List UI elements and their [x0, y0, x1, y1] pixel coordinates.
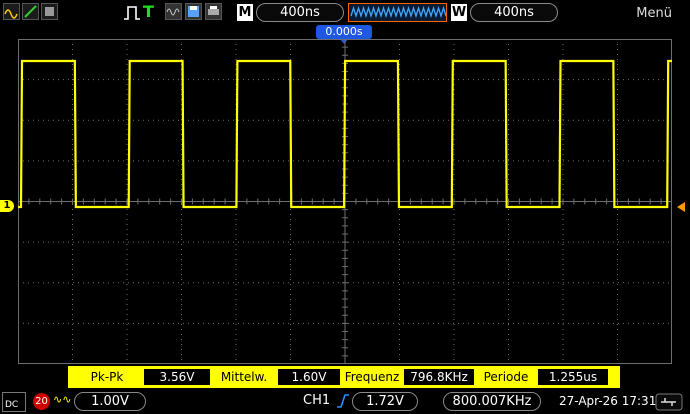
timebase-value[interactable]: 400ns: [256, 3, 344, 22]
frequency-label: Frequenz: [344, 370, 400, 384]
memory-wave-icon: [350, 5, 447, 19]
save-icon[interactable]: [185, 3, 202, 20]
ch1-trace: [18, 59, 672, 209]
autoset-wave-icon[interactable]: [3, 3, 20, 20]
pkpk-label: Pk-Pk: [90, 370, 124, 384]
waveform-menu-icon[interactable]: [165, 3, 182, 20]
frequency-value: 796.8KHz: [404, 369, 474, 385]
window-letter: W: [451, 4, 467, 21]
menu-button[interactable]: Menü: [636, 6, 672, 21]
dots-icon[interactable]: [41, 3, 58, 20]
top-toolbar: T M 400ns W 400ns Menü: [0, 0, 690, 26]
ch1-ground-marker[interactable]: 1: [0, 200, 14, 212]
trigger-time-marker[interactable]: 0.000s: [316, 25, 372, 39]
mean-label: Mittelw.: [220, 370, 268, 384]
status-bar: DC 20 ∿∿ 1.00V CH1 1.72V 800.007KHz 27-A…: [0, 390, 690, 414]
usb-icon: [655, 393, 683, 411]
rising-edge-icon: [337, 394, 349, 408]
probe-icon: ∿∿: [53, 393, 72, 406]
period-label: Periode: [483, 370, 529, 384]
triggered-status-icon: T: [143, 2, 154, 21]
trigger-channel-label: CH1: [303, 393, 331, 408]
ramp-icon[interactable]: [22, 3, 39, 20]
window-timebase-value[interactable]: 400ns: [470, 3, 558, 22]
print-icon[interactable]: [205, 3, 222, 20]
memory-depth-bar[interactable]: [348, 3, 447, 22]
mean-value: 1.60V: [278, 369, 340, 385]
measurement-panel: Pk-Pk 3.56V Mittelw. 1.60V Frequenz 796.…: [68, 366, 620, 388]
coupling-indicator[interactable]: DC: [2, 392, 26, 412]
timebase-letter: M: [237, 4, 253, 21]
trigger-level-marker: [677, 202, 685, 212]
pkpk-value: 3.56V: [144, 369, 210, 385]
waveform-display[interactable]: [18, 39, 672, 364]
coupling-label: DC: [5, 400, 19, 410]
trigger-frequency-value: 800.007KHz: [443, 392, 541, 411]
bw-limit-badge[interactable]: 20: [33, 393, 50, 410]
timestamp: 27-Apr-26 17:31: [559, 394, 657, 408]
period-value: 1.255us: [538, 369, 608, 385]
trigger-edge-icon[interactable]: [123, 4, 141, 26]
bw-limit-label: 20: [35, 396, 48, 407]
trigger-level-value[interactable]: 1.72V: [352, 392, 418, 411]
ch1-scale-value[interactable]: 1.00V: [74, 392, 146, 411]
